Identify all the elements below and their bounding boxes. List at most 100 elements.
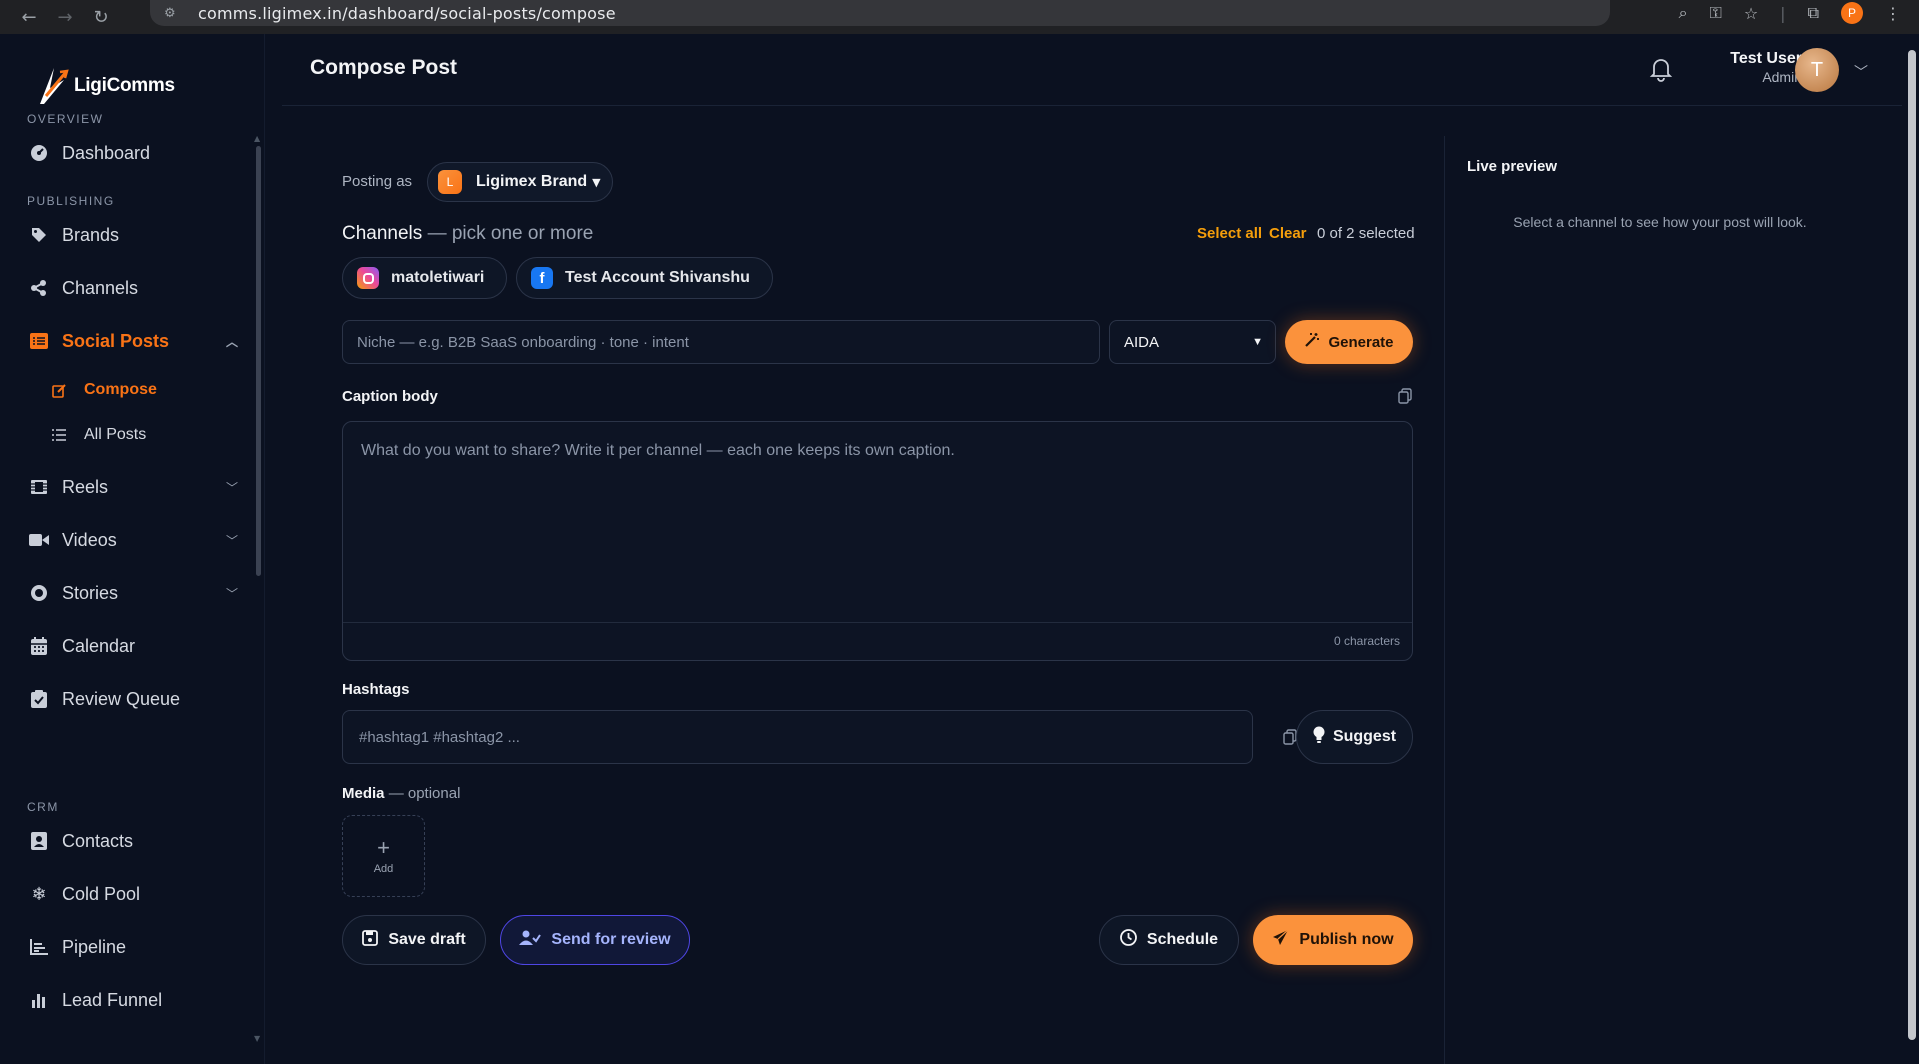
facebook-icon: f [531, 267, 553, 289]
scroll-up-icon[interactable]: ▲ [254, 134, 260, 143]
niche-input[interactable]: Niche — e.g. B2B SaaS onboarding · tone … [342, 320, 1100, 364]
user-info[interactable]: Test User Admin [1702, 50, 1802, 85]
preview-title: Live preview [1467, 158, 1558, 175]
site-settings-icon[interactable]: ⚙ [164, 6, 186, 21]
clear-link[interactable]: Clear [1269, 225, 1307, 242]
channels-heading: Channels — pick one or more [342, 223, 593, 245]
caption-footer: 0 characters [343, 622, 1412, 660]
save-draft-label: Save draft [388, 931, 466, 948]
media-optional: — optional [388, 785, 461, 802]
chevron-up-icon[interactable]: ︿ [226, 333, 238, 350]
bell-icon[interactable] [1648, 56, 1674, 82]
password-key-icon[interactable]: ⚿ [1710, 3, 1722, 23]
sidebar-item-review-queue[interactable]: Review Queue [28, 682, 238, 716]
sidebar-subitem-compose[interactable]: Compose [52, 375, 157, 405]
framework-select[interactable]: AIDA ▼ [1109, 320, 1276, 364]
sidebar-item-label: Calendar [62, 635, 136, 656]
page-title: Compose Post [310, 56, 458, 79]
divider: | [1780, 3, 1786, 23]
sidebar-item-label: Review Queue [62, 688, 181, 709]
channel-name: matoletiwari [391, 269, 485, 286]
brand-name: Ligimex Brand [476, 173, 588, 190]
sidebar: LigiComms OVERVIEW Dashboard PUBLISHING … [0, 34, 265, 1064]
sidebar-item-contacts[interactable]: Contacts [28, 824, 238, 858]
zoom-icon[interactable]: ⌕ [1679, 3, 1688, 23]
clipboard-check-icon [28, 688, 50, 710]
live-preview-panel: Live preview Select a channel to see how… [1444, 136, 1904, 1064]
tag-icon [28, 224, 50, 246]
video-camera-icon [28, 529, 50, 551]
list-icon [52, 429, 70, 441]
send-for-review-button[interactable]: Send for review [500, 915, 690, 965]
schedule-label: Schedule [1146, 931, 1219, 948]
address-bar[interactable]: ⚙ comms.ligimex.in/dashboard/social-post… [150, 0, 1610, 26]
generate-button[interactable]: Generate [1285, 320, 1413, 364]
bookmark-star-icon[interactable]: ☆ [1744, 4, 1758, 23]
plus-icon: + [377, 835, 390, 860]
caption-textarea[interactable]: What do you want to share? Write it per … [342, 421, 1413, 661]
stories-circle-icon [28, 582, 50, 604]
sidebar-subitem-all-posts[interactable]: All Posts [52, 420, 146, 450]
browser-menu-icon[interactable]: ⋮ [1885, 4, 1901, 23]
chevron-down-icon: ▼ [1252, 336, 1263, 348]
selected-count: 0 of 2 selected [1317, 225, 1415, 242]
sidebar-item-videos[interactable]: Videos ﹀ [28, 523, 238, 557]
sidebar-item-label: Dashboard [62, 142, 151, 163]
scroll-down-icon[interactable]: ▼ [254, 1034, 260, 1043]
suggest-button[interactable]: Suggest [1296, 710, 1413, 764]
sidebar-item-pipeline[interactable]: Pipeline [28, 930, 238, 964]
reload-icon[interactable]: ↻ [90, 6, 112, 28]
select-all-link[interactable]: Select all [1197, 225, 1262, 242]
publish-now-button[interactable]: Publish now [1253, 915, 1413, 965]
chevron-down-icon[interactable]: ﹀ [1854, 62, 1868, 82]
chart-line-icon [28, 936, 50, 958]
app-logo[interactable]: LigiComms [36, 66, 175, 106]
publish-label: Publish now [1299, 931, 1394, 948]
sidebar-item-channels[interactable]: Channels [28, 271, 238, 305]
sidebar-item-brands[interactable]: Brands [28, 218, 238, 252]
browser-toolbar: ← → ↻ ⚙ comms.ligimex.in/dashboard/socia… [0, 0, 1919, 34]
channel-chip-instagram[interactable]: matoletiwari [342, 257, 508, 299]
sidebar-item-cold-pool[interactable]: ❄ Cold Pool [28, 877, 238, 911]
user-role: Admin [1762, 69, 1802, 85]
chevron-down-icon[interactable]: ﹀ [226, 585, 238, 602]
sidebar-item-stories[interactable]: Stories ﹀ [28, 576, 238, 610]
avatar[interactable]: T [1795, 48, 1839, 92]
channel-name: Test Account Shivanshu [565, 269, 750, 286]
save-draft-button[interactable]: Save draft [342, 915, 486, 965]
preview-hint: Select a channel to see how your post wi… [1513, 214, 1807, 230]
page-scrollbar[interactable] [1904, 34, 1919, 1064]
sidebar-item-calendar[interactable]: Calendar [28, 629, 238, 663]
app-name: LigiComms [74, 75, 175, 96]
channel-chip-facebook[interactable]: f Test Account Shivanshu [516, 257, 773, 299]
caption-label: Caption body [342, 388, 438, 405]
copy-icon[interactable] [1398, 388, 1414, 404]
sidebar-item-dashboard[interactable]: Dashboard [28, 136, 238, 170]
add-media-button[interactable]: + Add [342, 815, 425, 897]
browser-profile-avatar[interactable]: P [1841, 2, 1863, 24]
sidebar-item-lead-funnel[interactable]: Lead Funnel [28, 983, 238, 1017]
schedule-button[interactable]: Schedule [1099, 915, 1239, 965]
logo-mark-icon [36, 66, 70, 106]
chevron-down-icon[interactable]: ﹀ [226, 532, 238, 549]
sidebar-item-social-posts[interactable]: Social Posts ︿ [28, 324, 238, 358]
page-scrollbar-thumb[interactable] [1908, 50, 1916, 1040]
user-check-icon [519, 930, 542, 951]
extensions-icon[interactable]: ⧉ [1808, 3, 1819, 23]
sidebar-item-label: Reels [62, 476, 109, 497]
character-count: 0 characters [1333, 634, 1400, 648]
channels-subtitle: — pick one or more [427, 223, 594, 244]
brand-select[interactable]: L Ligimex Brand ▼ [427, 162, 613, 202]
top-bar: Compose Post Test User Admin T ﹀ [282, 34, 1902, 106]
hashtags-input[interactable]: #hashtag1 #hashtag2 ... [342, 710, 1253, 764]
sidebar-item-label: Cold Pool [62, 883, 141, 904]
chevron-down-icon[interactable]: ﹀ [226, 479, 238, 496]
sidebar-item-reels[interactable]: Reels ﹀ [28, 470, 238, 504]
film-icon [28, 476, 50, 498]
sidebar-scrollbar[interactable] [256, 146, 261, 576]
sidebar-item-label: Contacts [62, 830, 134, 851]
sidebar-subitem-label: Compose [84, 381, 157, 398]
sidebar-subitem-label: All Posts [84, 426, 147, 443]
back-icon[interactable]: ← [18, 6, 40, 28]
forward-icon[interactable]: → [54, 6, 76, 28]
